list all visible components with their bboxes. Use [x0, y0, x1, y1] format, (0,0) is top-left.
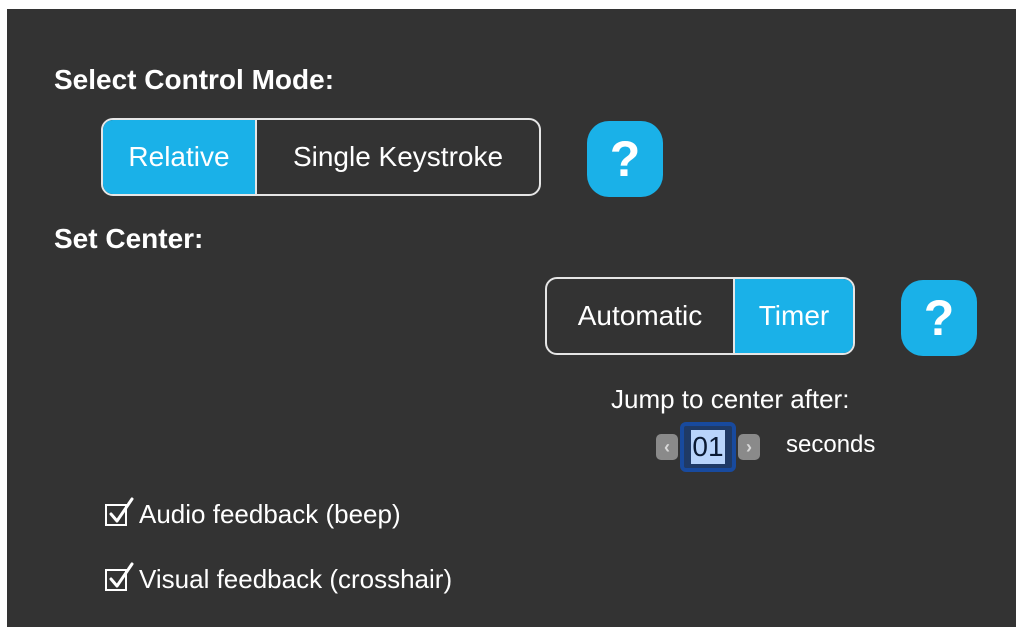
visual-feedback-checkbox-row[interactable]: Visual feedback (crosshair) [105, 562, 453, 595]
jump-seconds-value: 01 [691, 430, 725, 464]
chevron-left-icon: ‹ [664, 436, 670, 457]
help-icon: ? [923, 290, 955, 346]
audio-feedback-checkbox-row[interactable]: Audio feedback (beep) [105, 497, 401, 530]
set-center-automatic-button[interactable]: Automatic [547, 279, 733, 353]
stepper-increment-button[interactable]: › [738, 434, 760, 460]
help-icon: ? [609, 131, 641, 187]
visual-feedback-checkbox[interactable] [105, 562, 134, 591]
set-center-help-button[interactable]: ? [901, 280, 977, 356]
chevron-right-icon: › [746, 436, 752, 457]
control-mode-segmented-control: Relative Single Keystroke [101, 118, 541, 196]
seconds-unit-label: seconds [786, 431, 876, 458]
control-mode-relative-button[interactable]: Relative [103, 120, 255, 194]
control-mode-help-button[interactable]: ? [587, 121, 663, 197]
audio-feedback-label: Audio feedback (beep) [139, 499, 401, 529]
visual-feedback-label: Visual feedback (crosshair) [139, 564, 453, 594]
control-mode-heading: Select Control Mode: [54, 64, 335, 95]
checkmark-icon [109, 562, 134, 587]
settings-panel: Select Control Mode: Relative Single Key… [7, 9, 1016, 627]
stepper-decrement-button[interactable]: ‹ [656, 434, 678, 460]
set-center-heading: Set Center: [54, 223, 204, 254]
set-center-segmented-control: Automatic Timer [545, 277, 855, 355]
audio-feedback-checkbox[interactable] [105, 497, 134, 526]
checkmark-icon [109, 497, 134, 522]
jump-seconds-input[interactable]: 01 [680, 422, 736, 472]
control-mode-single-keystroke-button[interactable]: Single Keystroke [257, 120, 539, 194]
jump-to-center-label: Jump to center after: [611, 384, 850, 414]
set-center-timer-button[interactable]: Timer [735, 279, 853, 353]
